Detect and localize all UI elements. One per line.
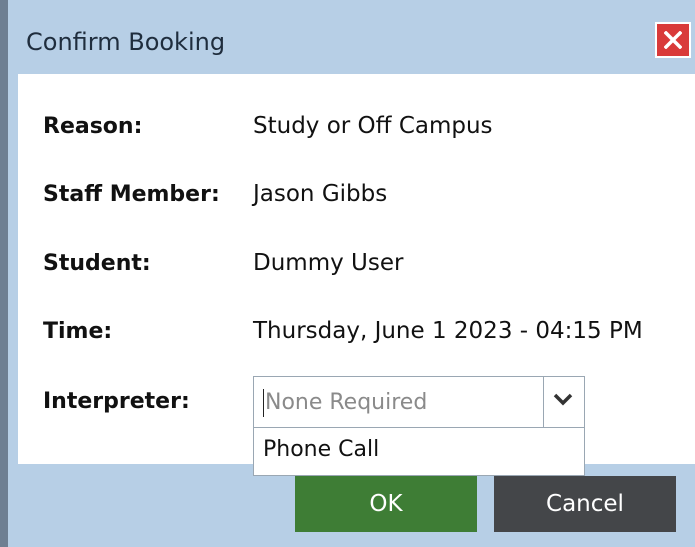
close-button[interactable] xyxy=(655,22,691,58)
interpreter-label: Interpreter: xyxy=(43,389,190,414)
chevron-down-icon xyxy=(553,393,573,406)
interpreter-dropdown-button[interactable] xyxy=(544,377,584,427)
time-value: Thursday, June 1 2023 - 04:15 PM xyxy=(253,318,643,344)
interpreter-select[interactable]: None Required xyxy=(253,376,585,428)
student-value: Dummy User xyxy=(253,250,404,276)
close-icon xyxy=(664,31,682,49)
time-label: Time: xyxy=(43,319,113,344)
dialog-content: Reason: Study or Off Campus Staff Member… xyxy=(18,74,695,476)
window-edge xyxy=(0,0,8,547)
interpreter-placeholder: None Required xyxy=(265,390,428,415)
staff-member-label: Staff Member: xyxy=(43,182,220,207)
option-phone-call[interactable]: Phone Call xyxy=(263,437,379,462)
reason-value: Study or Off Campus xyxy=(253,113,493,139)
interpreter-input[interactable]: None Required xyxy=(254,377,544,427)
text-caret xyxy=(263,389,264,417)
reason-label: Reason: xyxy=(43,114,143,139)
cancel-button[interactable]: Cancel xyxy=(494,476,676,532)
interpreter-option-list: Phone Call xyxy=(253,428,585,476)
window-bottom-edge xyxy=(8,540,695,547)
dialog-title: Confirm Booking xyxy=(26,28,226,56)
title-bar[interactable]: Confirm Booking xyxy=(8,8,695,74)
student-label: Student: xyxy=(43,251,151,276)
staff-member-value: Jason Gibbs xyxy=(253,181,388,207)
confirm-booking-dialog: Confirm Booking Reason: Study or Off Cam… xyxy=(0,0,695,547)
ok-button[interactable]: OK xyxy=(295,476,477,532)
